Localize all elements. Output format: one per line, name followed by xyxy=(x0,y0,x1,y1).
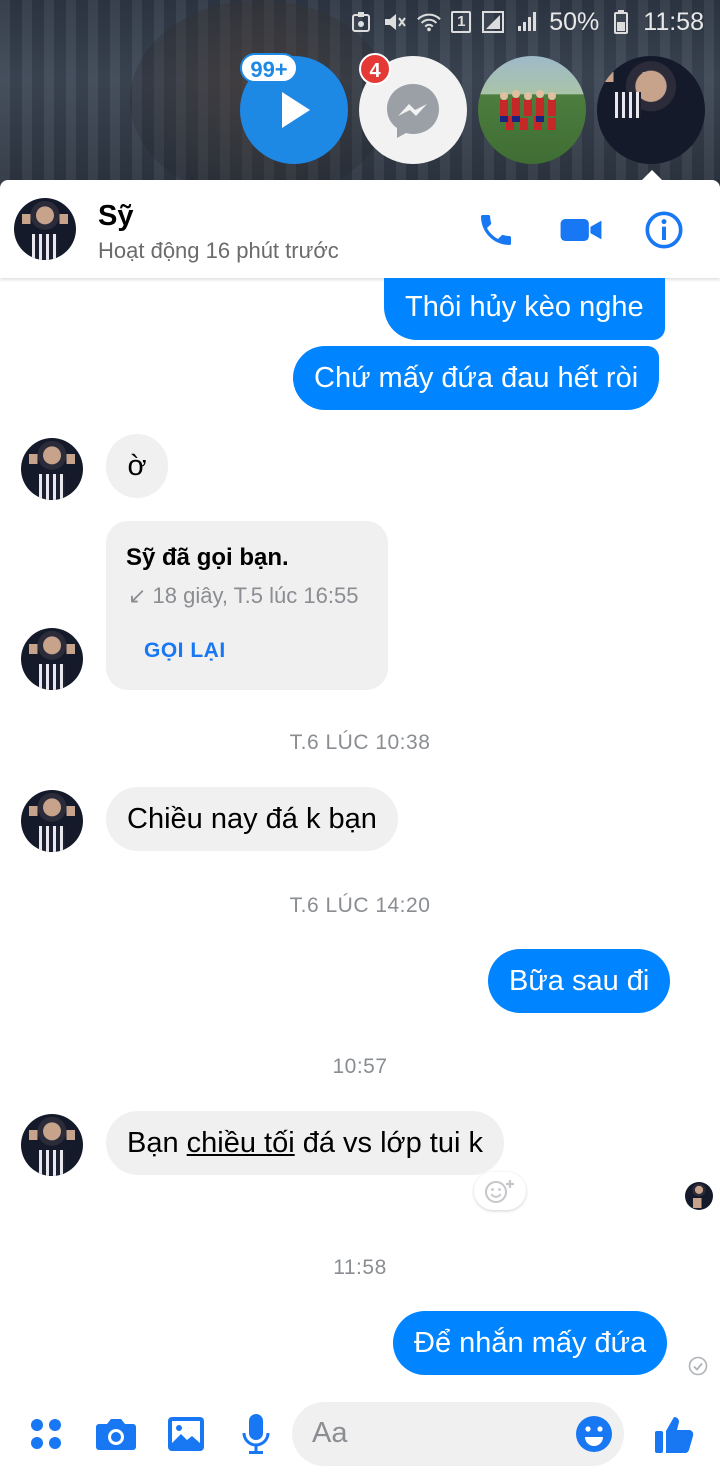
screenshot-notification-icon xyxy=(349,10,373,34)
call-title: Sỹ đã gọi bạn. xyxy=(126,544,289,571)
timestamp-divider: 10:57 xyxy=(332,1055,388,1078)
message-input-placeholder: Aa xyxy=(312,1417,348,1449)
signal-icon-2 xyxy=(515,10,539,34)
sent-check-icon xyxy=(688,1356,708,1376)
group-chat-head[interactable] xyxy=(478,56,586,164)
conversation-header: Sỹ Hoạt động 16 phút trước xyxy=(0,180,720,278)
sender-avatar[interactable] xyxy=(21,790,83,852)
wifi-icon xyxy=(417,10,442,34)
messenger-screen: 1 50% 11:58 99+ 4 Sỹ Hoạt động 16 phút t… xyxy=(0,0,720,1480)
mute-icon xyxy=(383,10,407,34)
timestamp-divider: T.6 LÚC 10:38 xyxy=(289,731,431,754)
info-icon xyxy=(645,211,683,249)
outgoing-message[interactable]: Để nhắn mấy đứa xyxy=(393,1311,668,1375)
contact-photo xyxy=(597,56,705,164)
sender-avatar[interactable] xyxy=(21,438,83,500)
like-button[interactable] xyxy=(652,1412,696,1456)
play-icon xyxy=(282,92,310,128)
call-back-button[interactable]: GỌI LẠI xyxy=(144,639,226,663)
outgoing-message[interactable]: Chứ mấy đứa đau hết ròi xyxy=(293,346,660,410)
reaction-smiley-icon xyxy=(485,1180,514,1203)
contact-name[interactable]: Sỹ xyxy=(98,200,133,233)
team-photo xyxy=(500,90,556,130)
thumbs-up-icon xyxy=(655,1417,694,1453)
message-text: Bạn xyxy=(127,1127,187,1159)
camera-button[interactable] xyxy=(94,1412,138,1456)
unread-badge-video: 99+ xyxy=(240,53,298,83)
missed-call-card: Sỹ đã gọi bạn. ↙ 18 giây, T.5 lúc 16:55 … xyxy=(106,521,388,690)
incoming-message[interactable]: Chiều nay đá k bạn xyxy=(106,787,398,851)
message-composer: Aa xyxy=(0,1394,720,1480)
microphone-icon xyxy=(242,1414,270,1454)
signal-icon-1 xyxy=(481,10,505,34)
incoming-message[interactable]: Bạn chiều tối đá vs lớp tui k xyxy=(106,1111,504,1175)
video-call-button[interactable] xyxy=(559,208,603,252)
contact-avatar[interactable] xyxy=(14,198,76,260)
add-reaction-button[interactable] xyxy=(474,1172,526,1210)
more-actions-button[interactable] xyxy=(24,1412,68,1456)
gallery-button[interactable] xyxy=(164,1412,208,1456)
message-text: đá vs lớp tui k xyxy=(294,1127,483,1159)
sender-avatar[interactable] xyxy=(21,1114,83,1176)
seen-indicator-avatar xyxy=(685,1182,713,1210)
activity-status: Hoạt động 16 phút trước xyxy=(98,238,339,263)
timestamp-divider: T.6 LÚC 14:20 xyxy=(289,894,431,917)
voice-call-button[interactable] xyxy=(474,208,518,252)
conversation-info-button[interactable] xyxy=(642,208,686,252)
smiley-icon xyxy=(576,1416,612,1452)
suggestion-link[interactable]: chiều tối xyxy=(187,1127,295,1159)
video-camera-icon xyxy=(560,219,602,241)
messenger-icon xyxy=(387,84,439,138)
outgoing-message[interactable]: Thôi hủy kèo nghe xyxy=(384,278,665,340)
phone-icon xyxy=(481,215,511,245)
four-dots-icon xyxy=(31,1419,61,1449)
unread-badge-messenger: 4 xyxy=(359,53,391,85)
sender-avatar[interactable] xyxy=(21,628,83,690)
battery-icon xyxy=(609,10,633,34)
image-icon xyxy=(168,1417,204,1451)
battery-percent: 50% xyxy=(549,7,600,36)
call-details: ↙ 18 giây, T.5 lúc 16:55 xyxy=(128,583,359,608)
timestamp-divider: 11:58 xyxy=(333,1256,387,1279)
camera-icon xyxy=(96,1419,136,1450)
message-input[interactable]: Aa xyxy=(292,1402,624,1466)
clock: 11:58 xyxy=(643,7,704,36)
contact-chat-head[interactable] xyxy=(597,56,705,164)
emoji-button[interactable] xyxy=(574,1414,614,1454)
incoming-message[interactable]: ờ xyxy=(106,434,168,498)
sim-indicator: 1 xyxy=(451,11,472,33)
outgoing-message[interactable]: Bữa sau đi xyxy=(488,949,671,1013)
voice-record-button[interactable] xyxy=(234,1412,278,1456)
status-bar: 1 50% 11:58 xyxy=(0,0,720,44)
